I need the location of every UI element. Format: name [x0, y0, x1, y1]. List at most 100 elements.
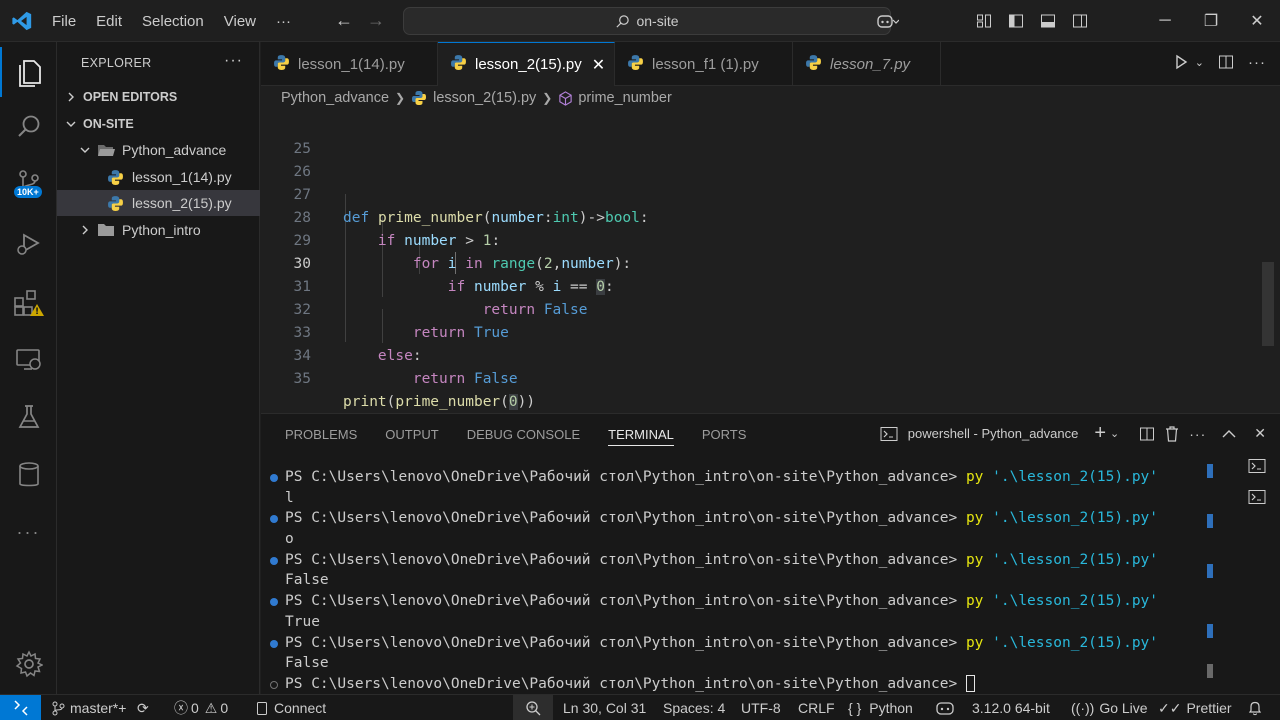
menu-file[interactable]: File	[42, 13, 86, 30]
tab-ports[interactable]: PORTS	[702, 427, 747, 446]
minimize-icon[interactable]: ─	[1142, 0, 1188, 42]
close-panel-icon[interactable]: ✕	[1254, 425, 1266, 442]
menu-edit[interactable]: Edit	[86, 13, 132, 30]
section-label: ON-SITE	[83, 117, 134, 131]
forward-arrow-icon[interactable]: →	[367, 10, 385, 31]
copilot-icon[interactable]	[864, 0, 912, 42]
terminal-command-line: PS C:\Users\lenovo\OneDrive\Рабочий стол…	[270, 550, 1158, 571]
explorer-more-actions[interactable]: ···	[224, 52, 243, 70]
chevron-down-icon[interactable]: ⌄	[1195, 56, 1204, 74]
run-file-icon[interactable]	[1173, 54, 1189, 74]
database-icon[interactable]	[0, 450, 57, 500]
broadcast-icon: ((·))	[1071, 700, 1095, 716]
workspace-section-on-site[interactable]: ON-SITE	[57, 111, 260, 137]
back-arrow-icon[interactable]: ←	[335, 10, 353, 31]
tab-lesson-2-15[interactable]: lesson_2(15).py ✕	[438, 42, 615, 86]
settings-gear-icon[interactable]	[0, 639, 57, 689]
breadcrumb-folder[interactable]: Python_advance	[281, 90, 389, 106]
language-mode[interactable]: { } Python	[848, 695, 913, 720]
connect-status[interactable]: Connect	[256, 695, 326, 720]
folder-python-intro[interactable]: Python_intro	[57, 217, 260, 243]
zoom-icon[interactable]	[513, 695, 553, 720]
new-terminal-icon[interactable]: +	[1094, 422, 1106, 445]
menu-more[interactable]: ···	[266, 13, 301, 30]
toggle-panel-icon[interactable]	[1032, 0, 1064, 42]
split-editor-icon[interactable]	[1218, 54, 1234, 74]
branch-status[interactable]: master*+	[52, 695, 126, 720]
folder-python-advance[interactable]: Python_advance	[57, 137, 260, 163]
close-window-icon[interactable]: ✕	[1234, 0, 1280, 42]
error-count: 0	[191, 700, 199, 716]
python-file-icon	[627, 54, 644, 75]
python-interpreter[interactable]: 3.12.0 64-bit	[972, 695, 1050, 720]
more-actions-icon[interactable]: ···	[1189, 426, 1206, 442]
command-center-search[interactable]: on-site	[403, 7, 891, 35]
more-views-icon[interactable]: ···	[0, 507, 57, 557]
toggle-secondary-sidebar-icon[interactable]	[1064, 0, 1096, 42]
terminal-command-line: PS C:\Users\lenovo\OneDrive\Рабочий стол…	[270, 591, 1158, 612]
remote-explorer-icon[interactable]	[0, 335, 57, 385]
maximize-panel-icon[interactable]	[1222, 429, 1236, 439]
python-file-icon	[411, 90, 427, 106]
code-editor[interactable]: 25 26 27 def prime_number(number:int)->b…	[261, 112, 1280, 412]
run-debug-icon[interactable]	[0, 218, 57, 268]
navigation-arrows: ← →	[335, 10, 385, 31]
restore-icon[interactable]: ❐	[1188, 0, 1234, 42]
chevron-down-icon[interactable]: ⌄	[1110, 427, 1119, 440]
menu-view[interactable]: View	[214, 13, 266, 30]
prettier-status[interactable]: ✓✓ Prettier	[1158, 695, 1232, 720]
copilot-status-icon[interactable]	[936, 695, 954, 720]
git-branch-icon	[52, 701, 65, 716]
close-tab-icon[interactable]: ✕	[592, 55, 605, 75]
problems-status[interactable]: ⓧ 0 ⚠ 0	[174, 695, 228, 720]
tab-terminal[interactable]: TERMINAL	[608, 427, 674, 446]
testing-icon[interactable]	[0, 392, 57, 442]
source-control-icon[interactable]: 10K+	[0, 158, 57, 208]
code-line-29: 29 for i in range(2,number):	[261, 207, 1261, 272]
code-line-28: 28 if number > 1:	[261, 184, 1261, 249]
encoding-status[interactable]: UTF-8	[741, 695, 781, 720]
open-editors-section[interactable]: OPEN EDITORS	[57, 84, 260, 110]
breadcrumb-file[interactable]: lesson_2(15).py	[433, 90, 536, 106]
file-lesson-1-14[interactable]: lesson_1(14).py	[57, 164, 260, 190]
search-icon	[616, 14, 630, 28]
indentation-status[interactable]: Spaces: 4	[663, 695, 725, 720]
sync-icon[interactable]: ⟳	[137, 695, 149, 720]
command-center-label: on-site	[636, 13, 679, 29]
explorer-icon[interactable]	[0, 47, 57, 97]
split-terminal-icon[interactable]	[1139, 426, 1155, 442]
tab-problems[interactable]: PROBLEMS	[285, 427, 357, 446]
remote-indicator-icon[interactable]	[0, 695, 41, 720]
tab-lesson-7[interactable]: lesson_7.py	[793, 42, 941, 86]
tab-debug-console[interactable]: DEBUG CONSOLE	[467, 427, 580, 446]
cursor-position[interactable]: Ln 30, Col 31	[563, 695, 646, 720]
editor-scrollbar[interactable]	[1262, 262, 1274, 346]
tab-output[interactable]: OUTPUT	[385, 427, 438, 446]
toggle-primary-sidebar-icon[interactable]	[1000, 0, 1032, 42]
error-icon: ⓧ	[174, 700, 188, 716]
code-line-32: 32 return True	[261, 276, 1261, 341]
terminal-instance-icon[interactable]	[1248, 489, 1266, 508]
terminal-instance-icon[interactable]	[1248, 458, 1266, 477]
file-lesson-2-15[interactable]: lesson_2(15).py	[57, 190, 260, 216]
plug-icon	[256, 701, 268, 716]
customize-layout-icon[interactable]	[968, 0, 1000, 42]
tab-label: lesson_1(14).py	[298, 55, 405, 73]
menu-selection[interactable]: Selection	[132, 13, 214, 30]
tab-lesson-1-14[interactable]: lesson_1(14).py	[261, 42, 438, 86]
notifications-bell-icon[interactable]	[1248, 695, 1262, 720]
tree-item-label: Python_intro	[122, 222, 201, 238]
symbol-method-icon	[558, 90, 573, 106]
go-live-button[interactable]: ((·)) Go Live	[1071, 695, 1148, 720]
terminal-output[interactable]: PS C:\Users\lenovo\OneDrive\Рабочий стол…	[270, 467, 1158, 695]
kill-terminal-icon[interactable]	[1165, 425, 1179, 442]
warning-icon: ⚠	[204, 699, 218, 716]
eol-status[interactable]: CRLF	[798, 695, 835, 720]
extensions-icon[interactable]: !	[0, 279, 57, 329]
more-actions-icon[interactable]: ···	[1248, 54, 1266, 74]
breadcrumb-symbol[interactable]: prime_number	[578, 90, 672, 106]
explorer-title: EXPLORER	[81, 56, 152, 70]
tab-lesson-f1-1[interactable]: lesson_f1 (1).py	[615, 42, 793, 86]
search-view-icon[interactable]	[0, 102, 57, 152]
terminal-name[interactable]: powershell - Python_advance	[908, 426, 1079, 441]
